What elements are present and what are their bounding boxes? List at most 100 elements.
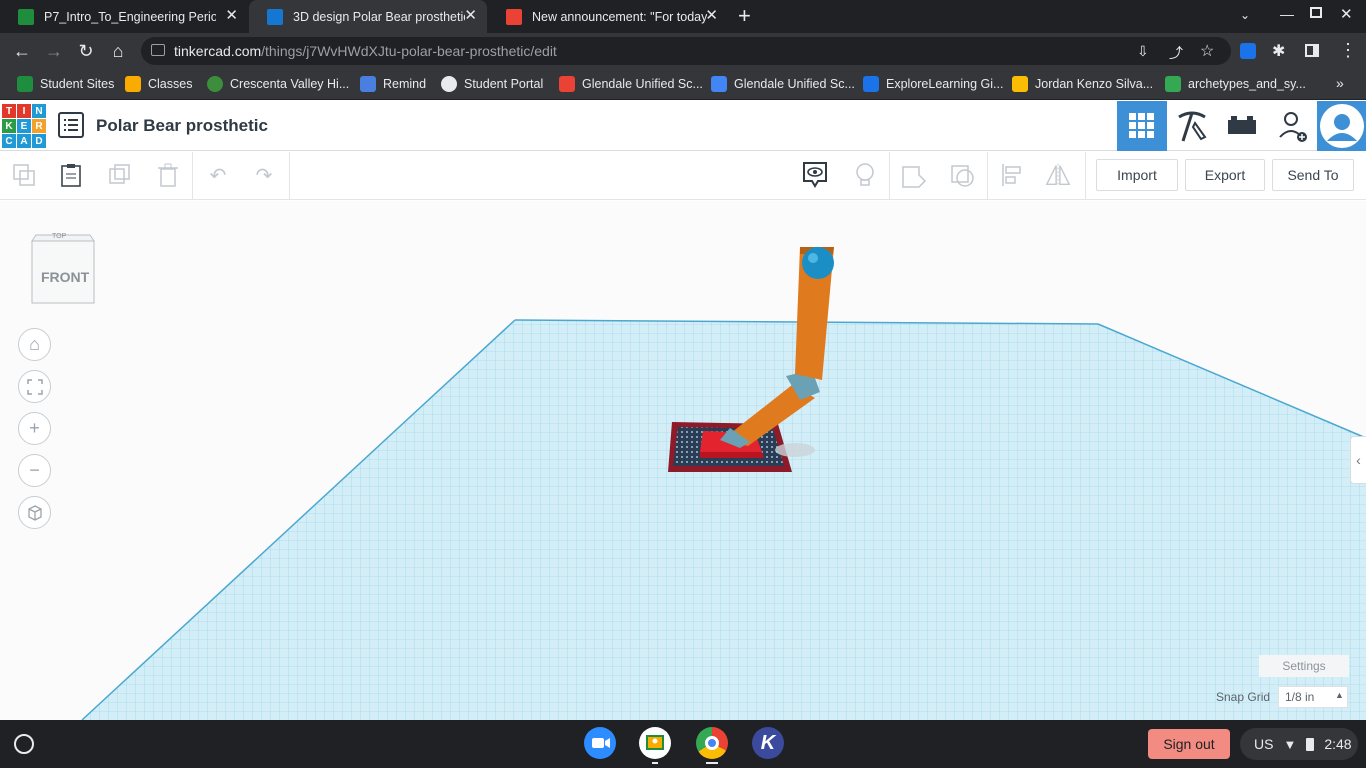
- bookmark-student-sites[interactable]: Student Sites: [17, 76, 114, 92]
- bookmark-explorelearning[interactable]: ExploreLearning Gi...: [863, 76, 1003, 92]
- puzzle-extensions-icon[interactable]: ✱: [1272, 41, 1285, 61]
- duplicate-icon[interactable]: [106, 160, 134, 190]
- launcher-icon[interactable]: [14, 734, 34, 754]
- bookmark-remind[interactable]: Remind: [360, 76, 426, 92]
- bookmark-label: Jordan Kenzo Silva...: [1035, 77, 1154, 91]
- sign-out-button[interactable]: Sign out: [1148, 729, 1230, 759]
- bookmark-label: Glendale Unified Sc...: [582, 77, 703, 91]
- zoom-in-icon[interactable]: +: [18, 412, 51, 445]
- tab-classroom[interactable]: P7_Intro_To_Engineering Period ✕: [0, 0, 248, 33]
- invite-user-icon[interactable]: [1267, 101, 1317, 151]
- bookmark-label: Student Portal: [464, 77, 544, 91]
- logo-letter: T: [2, 104, 16, 118]
- workplane-viewport[interactable]: [0, 201, 1366, 720]
- chrome-app-icon[interactable]: [696, 727, 728, 759]
- import-button[interactable]: Import: [1096, 159, 1178, 191]
- zoom-out-icon[interactable]: −: [18, 454, 51, 487]
- 3d-view-button[interactable]: [1117, 101, 1167, 151]
- notes-eye-icon[interactable]: [801, 160, 829, 190]
- viewcube-front-label[interactable]: FRONT: [41, 269, 89, 285]
- drive-icon: [1012, 76, 1028, 92]
- logo-letter: K: [2, 119, 16, 133]
- site-info-icon[interactable]: [151, 44, 165, 56]
- url-path: /things/j7WvHWdXJtu-polar-bear-prostheti…: [261, 43, 557, 59]
- bookmark-glendale-calendar[interactable]: Glendale Unified Sc...: [711, 76, 855, 92]
- prosthetic-joint-sphere[interactable]: [802, 247, 834, 279]
- design-title[interactable]: Polar Bear prosthetic: [96, 116, 268, 136]
- mirror-icon[interactable]: [1044, 160, 1072, 190]
- copy-icon[interactable]: [10, 160, 38, 190]
- install-icon[interactable]: ⇩: [1137, 43, 1149, 60]
- undo-icon[interactable]: ↶: [204, 160, 232, 190]
- close-icon[interactable]: ✕: [464, 8, 477, 24]
- group-icon[interactable]: [900, 160, 928, 190]
- side-panel-icon[interactable]: [1305, 44, 1319, 57]
- bookmark-student-portal[interactable]: Student Portal: [441, 76, 543, 92]
- delete-trash-icon[interactable]: [154, 160, 182, 190]
- bookmark-jordan-drive[interactable]: Jordan Kenzo Silva...: [1012, 76, 1153, 92]
- send-to-button[interactable]: Send To: [1272, 159, 1354, 191]
- bookmark-label: Glendale Unified Sc...: [734, 77, 855, 91]
- restore-icon[interactable]: [1310, 7, 1322, 18]
- redo-icon[interactable]: ↷: [250, 160, 278, 190]
- system-tray[interactable]: US ▼ 2:48: [1240, 728, 1358, 760]
- ungroup-icon[interactable]: [949, 160, 977, 190]
- toolbar-divider: [192, 152, 193, 200]
- snap-grid-label: Snap Grid: [1216, 690, 1271, 704]
- panel-toggle-chevron-icon[interactable]: ‹: [1350, 436, 1366, 484]
- back-arrow-icon[interactable]: ←: [11, 40, 33, 62]
- running-indicator: [652, 762, 658, 764]
- minimize-icon[interactable]: —: [1280, 6, 1294, 22]
- workplane-grid[interactable]: [82, 320, 1366, 720]
- view-cube[interactable]: TOP FRONT: [30, 229, 96, 305]
- url-text[interactable]: tinkercad.com/things/j7WvHWdXJtu-polar-b…: [174, 43, 557, 59]
- bricks-view-icon[interactable]: [1217, 101, 1267, 151]
- bookmark-crescenta-valley[interactable]: Crescenta Valley Hi...: [207, 76, 349, 92]
- shape-shadow: [775, 443, 815, 457]
- zoom-app-icon[interactable]: [584, 727, 616, 759]
- classroom-icon: [125, 76, 141, 92]
- keyboard-locale: US: [1254, 736, 1274, 752]
- sphere-highlight: [808, 253, 818, 263]
- logo-letter: D: [32, 134, 46, 148]
- fit-view-icon[interactable]: [18, 370, 51, 403]
- perspective-cube-icon[interactable]: [18, 496, 51, 529]
- viewcube-top-label[interactable]: TOP: [52, 233, 66, 240]
- design-list-icon[interactable]: [58, 112, 84, 138]
- gmail-icon: [559, 76, 575, 92]
- settings-button[interactable]: Settings: [1259, 655, 1349, 677]
- paste-icon[interactable]: [57, 160, 85, 190]
- tinkercad-logo[interactable]: T I N K E R C A D: [2, 104, 46, 148]
- menu-kebab-icon[interactable]: ⋮: [1339, 40, 1357, 61]
- workplane-canvas[interactable]: [0, 201, 1366, 720]
- bookmark-glendale-gmail[interactable]: Glendale Unified Sc...: [559, 76, 703, 92]
- extension-icon[interactable]: [1240, 43, 1256, 59]
- share-icon[interactable]: ⤴: [1169, 43, 1183, 63]
- tinkercad-icon: [267, 8, 283, 25]
- bookmark-classes[interactable]: Classes: [125, 76, 192, 92]
- home-icon[interactable]: ⌂: [107, 40, 129, 62]
- tab-tinkercad[interactable]: 3D design Polar Bear prosthetic ✕: [249, 0, 487, 33]
- snap-grid-select[interactable]: 1/8 in ▲: [1278, 686, 1348, 708]
- tab-search-chevron-icon[interactable]: ⌄: [1240, 8, 1250, 22]
- google-classroom-app-icon[interactable]: [639, 727, 671, 759]
- align-icon[interactable]: [998, 160, 1026, 190]
- window-close-icon[interactable]: ✕: [1340, 5, 1353, 23]
- bookmark-star-icon[interactable]: ☆: [1200, 41, 1214, 61]
- home-view-icon[interactable]: ⌂: [18, 328, 51, 361]
- running-indicator: [706, 762, 718, 764]
- close-icon[interactable]: ✕: [225, 8, 238, 24]
- forward-arrow-icon[interactable]: →: [43, 40, 65, 62]
- export-button[interactable]: Export: [1185, 159, 1265, 191]
- kami-app-icon[interactable]: K: [752, 727, 784, 759]
- logo-letter: A: [17, 134, 31, 148]
- close-icon[interactable]: ✕: [705, 8, 718, 24]
- bookmarks-overflow-icon[interactable]: »: [1336, 75, 1344, 91]
- tab-gmail[interactable]: New announcement: "For today ✕: [488, 0, 728, 33]
- new-tab-plus-icon[interactable]: +: [738, 5, 758, 27]
- user-avatar[interactable]: [1317, 101, 1366, 151]
- lightbulb-icon[interactable]: [851, 160, 879, 190]
- reload-icon[interactable]: ↻: [75, 40, 97, 62]
- codeblocks-pickaxe-icon[interactable]: [1167, 101, 1217, 151]
- bookmark-archetypes[interactable]: archetypes_and_sy...: [1165, 76, 1306, 92]
